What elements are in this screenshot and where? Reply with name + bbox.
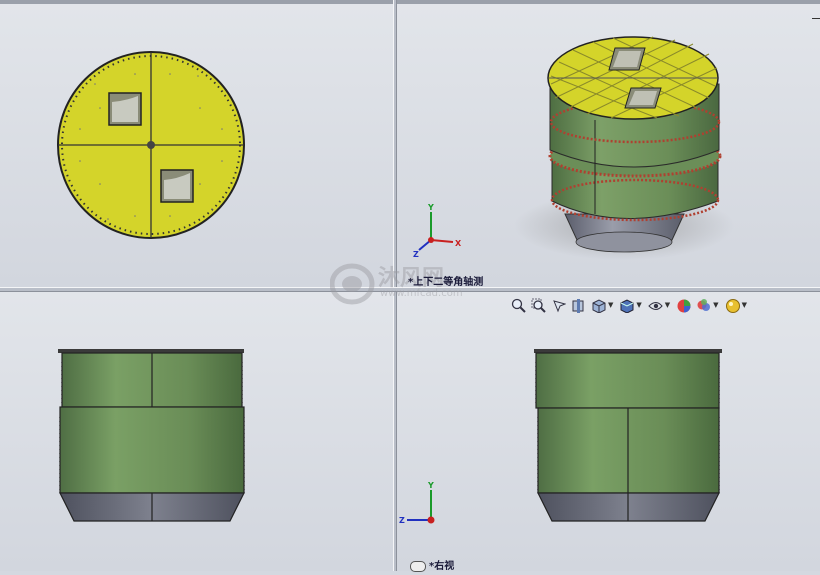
heads-up-view-toolbar: ▼ ▼ ▼ ▼ ▼ [510,296,749,314]
right-upper-shell [535,352,720,409]
hide-show-dropdown-arrow[interactable]: ▼ [665,301,670,309]
manhole-2 [160,169,194,203]
link-views-icon[interactable] [410,560,426,572]
right-top-plate [534,349,722,353]
viewport-right[interactable]: Y Z [397,292,820,571]
corner-mark [812,18,820,19]
axis-triad-iso: Y X Z [413,203,462,259]
svg-text:Z: Z [413,250,419,259]
svg-text:Y: Y [427,203,434,212]
svg-text:X: X [455,239,462,248]
apply-scene-dropdown-arrow[interactable]: ▼ [713,301,718,309]
section-view-icon[interactable] [570,297,587,314]
front-lower-shell [59,406,245,494]
viewport-isometric[interactable]: Y X Z [397,4,820,287]
view-settings-icon[interactable] [724,297,741,314]
lid-center [147,141,155,149]
svg-text:Y: Y [427,481,434,490]
right-view-drawing: Y Z [399,349,722,525]
iso-manhole-2 [624,87,662,109]
view-orientation-icon[interactable] [590,297,607,314]
edit-appearance-icon[interactable] [675,297,692,314]
display-style-icon[interactable] [618,297,635,314]
isometric-view-label: *上下二等角轴测 [408,277,484,288]
axis-triad-right: Y Z [399,481,435,525]
front-top-plate [58,349,244,353]
front-view-drawing [58,349,245,522]
display-style-dropdown-arrow[interactable]: ▼ [636,301,641,309]
viewport-front[interactable] [0,292,393,571]
cad-window: Y X Z Y Z 沐风网 www.mfcad.com *上下二等角轴测 *右视… [0,0,820,572]
apply-scene-icon[interactable] [695,297,712,314]
isometric-drawing: Y X Z [413,36,734,260]
viewport-top[interactable] [0,4,393,287]
top-view-drawing [57,51,245,239]
right-view-label-text: *右视 [429,561,455,572]
view-orientation-dropdown-arrow[interactable]: ▼ [608,301,613,309]
watermark-url: www.mfcad.com [380,288,463,299]
zoom-to-fit-icon[interactable] [510,297,527,314]
hide-show-items-icon[interactable] [647,297,664,314]
view-settings-dropdown-arrow[interactable]: ▼ [742,301,747,309]
svg-text:Z: Z [399,516,405,525]
zoom-to-area-icon[interactable] [530,297,547,314]
iso-manhole-1 [608,47,646,71]
previous-view-icon[interactable] [550,297,567,314]
right-view-label: *右视 [410,557,454,572]
manhole-1 [108,92,142,126]
